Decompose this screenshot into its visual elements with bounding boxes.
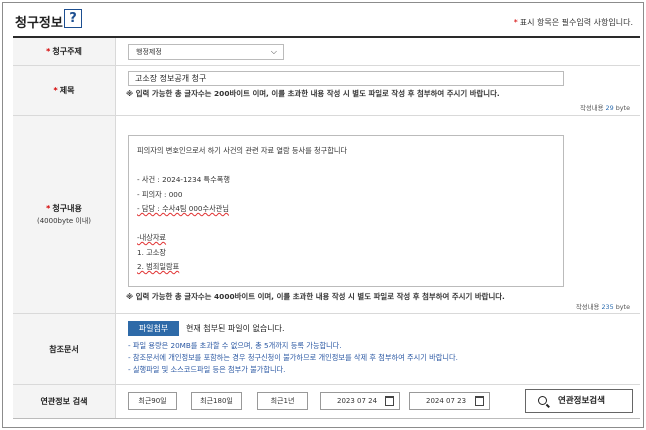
byte-unit: byte: [615, 303, 630, 311]
attachment-status: 현재 첨부된 파일이 없습니다.: [186, 324, 285, 333]
date-to-value: 2024 07 23: [426, 397, 467, 405]
row-agency: * 청구주제 행정제정 ⌵: [13, 38, 640, 66]
date-from-value: 2023 07 24: [337, 397, 378, 405]
attachment-hint: - 파일 용량은 20MB를 초과할 수 없으며, 총 5개까지 등록 가능합니…: [128, 341, 342, 350]
chevron-down-icon: ⌵: [270, 47, 277, 56]
required-star: *: [46, 47, 51, 56]
agency-select[interactable]: 행정제정 ⌵: [128, 44, 284, 60]
byte-prefix: 작성내용: [579, 104, 604, 112]
content-line: - 피의자 : 000: [137, 189, 183, 199]
content-sublabel: (4000byte 이내): [36, 217, 92, 225]
content-label: * 청구내용 (4000byte 이내): [13, 116, 116, 313]
content-note: ※ 입력 가능한 총 글자수는 4000바이트 이며, 이를 초과한 내용 작성…: [126, 292, 505, 301]
help-icon[interactable]: ?: [64, 9, 82, 28]
content-line: -내상자료: [137, 233, 167, 242]
subject-note: ※ 입력 가능한 총 글자수는 200바이트 이며, 이를 초과한 내용 작성 …: [126, 89, 500, 98]
content-byte-count: 작성내용 235 byte: [576, 302, 630, 311]
subject-input[interactable]: 고소장 정보공개 청구: [128, 71, 564, 86]
content-line: [137, 159, 555, 174]
attachment-hints: - 파일 용량은 20MB를 초과할 수 없으며, 총 5개까지 등록 가능합니…: [128, 340, 458, 376]
title-bar: 청구정보 ? * 표시 항목은 필수입력 사항입니다.: [3, 3, 643, 36]
content-line: 1. 고소장: [137, 247, 166, 257]
request-form-table: * 청구주제 행정제정 ⌵ * 제목 고소장 정보공개 청구 ※ 입력 가능한 총 …: [13, 36, 640, 419]
attachment-hint: - 실행파일 및 소스코드파일 등은 첨부가 불가합니다.: [128, 365, 286, 374]
related-search-label: 연관정보 검색: [13, 385, 116, 418]
attach-file-button[interactable]: 파일첨부: [128, 321, 179, 336]
section-title: 청구정보: [15, 16, 63, 31]
period-180-days-button[interactable]: 최근180일: [191, 392, 242, 410]
request-info-panel: 청구정보 ? * 표시 항목은 필수입력 사항입니다. * 청구주제 행정제정 ⌵ …: [2, 2, 644, 428]
byte-value: 235: [601, 303, 614, 311]
required-star: *: [513, 18, 518, 27]
content-textarea[interactable]: 피의자의 변호인으로서 하기 사건의 관련 자료 열람 등사를 청구합니다 - …: [128, 135, 564, 287]
related-search-button-label: 연관정보검색: [558, 396, 605, 406]
row-content: * 청구내용 (4000byte 이내) 피의자의 변호인으로서 하기 사건의 관…: [13, 116, 640, 314]
attachment-hint: - 참조문서에 개인정보를 포함하는 경우 청구신청이 불가하므로 개인정보를 …: [128, 353, 458, 362]
date-to-input[interactable]: 2024 07 23: [409, 392, 490, 410]
date-from-input[interactable]: 2023 07 24: [320, 392, 400, 410]
required-note-text: 표시 항목은 필수입력 사항입니다.: [519, 18, 633, 27]
attachment-label: 참조문서: [13, 314, 116, 384]
content-label-text: 청구내용: [52, 204, 82, 213]
row-related-search: 연관정보 검색 최근90일 최근180일 최근1년 2023 07 24 202…: [13, 385, 640, 419]
byte-unit: byte: [615, 104, 630, 112]
related-search-button[interactable]: 연관정보검색: [525, 389, 633, 413]
subject-label: * 제목: [13, 66, 116, 115]
content-line: - 사건 : 2024-1234 특수폭행: [137, 175, 231, 184]
calendar-icon[interactable]: [385, 396, 394, 406]
content-line: 2. 범죄일람표: [137, 262, 180, 271]
period-1-year-button[interactable]: 최근1년: [257, 392, 308, 410]
agency-label-text: 청구주제: [52, 47, 82, 56]
subject-byte-count: 작성내용 29 byte: [580, 103, 630, 112]
content-line: - 담당 : 수사4팀 000수사관님: [137, 204, 229, 213]
search-icon: [538, 396, 547, 405]
required-note: * 표시 항목은 필수입력 사항입니다.: [514, 17, 633, 28]
content-line: [137, 217, 555, 232]
period-90-days-button[interactable]: 최근90일: [128, 392, 177, 410]
required-star: *: [53, 86, 58, 95]
byte-value: 29: [605, 104, 614, 112]
calendar-icon[interactable]: [475, 396, 484, 406]
byte-prefix: 작성내용: [575, 303, 600, 311]
content-line: 피의자의 변호인으로서 하기 사건의 관련 자료 열람 등사를 청구합니다: [137, 146, 348, 155]
subject-label-text: 제목: [59, 86, 75, 95]
row-attachment: 참조문서 파일첨부 현재 첨부된 파일이 없습니다. - 파일 용량은 20MB…: [13, 314, 640, 385]
required-star: *: [46, 204, 51, 213]
row-subject: * 제목 고소장 정보공개 청구 ※ 입력 가능한 총 글자수는 200바이트 이…: [13, 66, 640, 116]
agency-select-value: 행정제정: [136, 48, 162, 56]
agency-label: * 청구주제: [13, 38, 116, 65]
